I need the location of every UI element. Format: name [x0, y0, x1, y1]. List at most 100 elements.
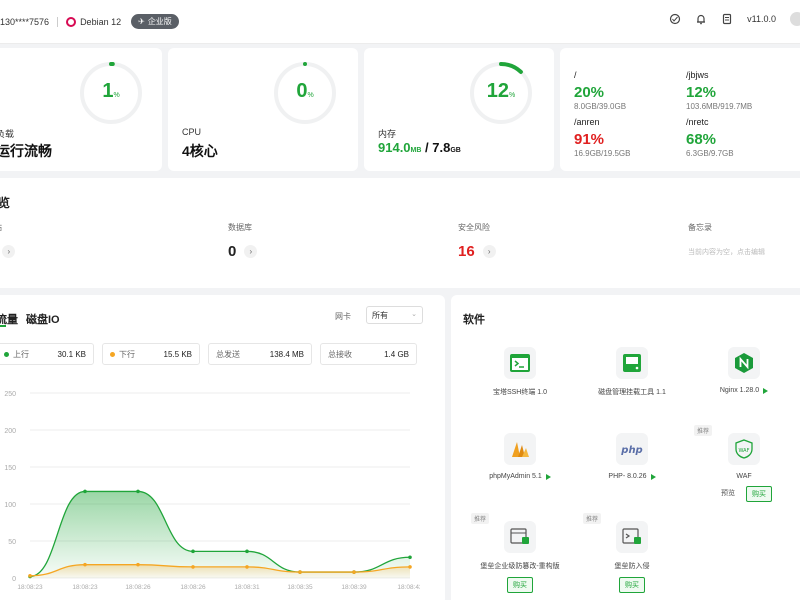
account-phone[interactable]: 130****7576 — [0, 17, 49, 27]
software-title: 软件 — [463, 314, 485, 326]
download-label: 下行 — [119, 349, 135, 359]
software-card: 软件 宝塔SSH终端 1.0 磁盘管理挂载工具 1.1 Nginx 1.28.0… — [451, 295, 800, 600]
disk-size: 8.0GB/39.0GB — [574, 102, 627, 111]
version-label[interactable]: v11.0.0 — [747, 14, 776, 24]
overview-title: 概览 — [0, 196, 11, 210]
topbar-actions: v11.0.0 — [669, 12, 800, 26]
x-tick-label: 18:08:23 — [17, 584, 43, 591]
nic-selected-value: 所有 — [372, 311, 388, 320]
total-recv-value: 1.4 GB — [384, 349, 409, 359]
phpmyadmin-icon — [504, 433, 536, 465]
load-card[interactable]: 1% 负载 运行流畅 — [0, 48, 162, 171]
chevron-right-icon[interactable]: › — [2, 245, 16, 258]
software-item-disk-mount[interactable]: 磁盘管理挂载工具 1.1 — [577, 347, 687, 397]
total-sent-value: 138.4 MB — [269, 349, 304, 359]
software-item-tamper-proof[interactable]: 堡垒企业级防篡改-重构版 购买 — [465, 521, 575, 593]
cpu-label: CPU — [182, 127, 202, 137]
data-point — [83, 562, 87, 567]
load-percent-unit: % — [113, 92, 120, 99]
memory-percent: 12% — [468, 80, 534, 103]
nic-select[interactable]: 所有 ⌄ — [366, 306, 423, 324]
chevron-right-icon[interactable]: › — [482, 245, 496, 258]
memory-card[interactable]: 12% 内存 914.0MB / 7.8GB — [364, 48, 554, 171]
data-point — [136, 562, 140, 567]
edition-badge[interactable]: ✈ 企业版 — [131, 14, 179, 29]
data-point — [136, 489, 140, 494]
software-item-nginx[interactable]: Nginx 1.28.0 — [689, 347, 799, 394]
disk-path: /nretc — [686, 117, 709, 127]
databases-label: 数据库 — [228, 223, 252, 232]
preview-button[interactable]: 预览 — [716, 486, 740, 502]
disk-item[interactable]: / 20% 8.0GB/39.0GB — [574, 70, 626, 111]
play-icon[interactable] — [763, 387, 769, 394]
play-icon[interactable] — [545, 473, 551, 480]
chevron-right-icon[interactable]: › — [244, 245, 258, 258]
disk-size: 6.3GB/9.7GB — [686, 149, 734, 158]
notes-icon[interactable] — [721, 13, 733, 25]
chevron-down-icon: ⌄ — [411, 311, 417, 318]
buy-button[interactable]: 购买 — [619, 577, 645, 593]
software-item-php[interactable]: php PHP- 8.0.26 — [577, 433, 687, 480]
software-item-waf[interactable]: WAF WAF 预览 购买 — [689, 433, 799, 502]
software-name: WAF — [736, 473, 752, 480]
memory-total-unit: GB — [450, 147, 461, 154]
tab-underline — [0, 325, 6, 327]
nginx-icon — [728, 347, 760, 379]
data-point — [83, 489, 87, 494]
load-status: 运行流畅 — [0, 143, 52, 159]
x-tick-label: 18:08:35 — [287, 584, 313, 591]
disk-item[interactable]: /nretc 68% 6.3GB/9.7GB — [686, 117, 734, 158]
memory-total: 7.8 — [432, 140, 451, 155]
memo-hint[interactable]: 当前内容为空，点击编辑 — [688, 247, 765, 257]
user-avatar[interactable] — [790, 12, 800, 26]
disk-percent: 91% — [574, 131, 605, 148]
tab-disk-io[interactable]: 磁盘IO — [26, 311, 60, 327]
headset-icon[interactable] — [669, 13, 681, 25]
svg-text:WAF: WAF — [739, 448, 750, 454]
buy-button[interactable]: 购买 — [746, 486, 772, 502]
software-name: 堡垒企业级防篡改-重构版 — [480, 563, 560, 570]
software-item-phpmyadmin[interactable]: phpMyAdmin 5.1 — [465, 433, 575, 480]
data-point — [245, 565, 249, 569]
upload-dot-icon — [4, 351, 9, 357]
overview-security-risk[interactable]: 安全风险 16 › — [458, 222, 496, 260]
download-dot-icon — [110, 351, 115, 357]
bell-icon[interactable] — [695, 13, 707, 25]
overview-memo[interactable]: 备忘录 当前内容为空，点击编辑 — [688, 222, 765, 257]
server-info: 130****7576 Debian 12 ✈ 企业版 — [0, 14, 179, 29]
y-tick-label: 250 — [4, 391, 16, 398]
load-percent: 1% — [78, 80, 144, 103]
software-name: 堡垒防入侵 — [614, 563, 650, 570]
software-name: Nginx 1.28.0 — [719, 387, 760, 394]
load-percent-value: 1 — [102, 80, 114, 102]
upload-label: 上行 — [13, 349, 29, 359]
php-icon: php — [616, 433, 648, 465]
cpu-card[interactable]: 0% CPU 4核心 — [168, 48, 358, 171]
x-tick-label: 18:08:26 — [180, 584, 206, 591]
disk-item[interactable]: /anren 91% 16.9GB/19.5GB — [574, 117, 630, 158]
disk-card[interactable]: / 20% 8.0GB/39.0GB /jbjws 12% 103.6MB/91… — [560, 48, 800, 171]
disk-path: / — [574, 70, 577, 80]
software-item-intrusion-protect[interactable]: 堡垒防入侵 购买 — [577, 521, 687, 593]
play-icon[interactable] — [650, 473, 656, 480]
overview-databases[interactable]: 数据库 0 › — [228, 222, 258, 260]
nic-label: 网卡 — [335, 312, 351, 321]
disk-size: 16.9GB/19.5GB — [574, 149, 631, 158]
edition-label: 企业版 — [147, 17, 172, 26]
overview-sites[interactable]: 网站 2› — [0, 222, 16, 260]
sites-label: 网站 — [0, 222, 15, 233]
y-tick-label: 0 — [12, 576, 16, 583]
disk-item[interactable]: /jbjws 12% 103.6MB/919.7MB — [686, 70, 752, 111]
data-point — [408, 555, 412, 560]
software-item-ssh[interactable]: 宝塔SSH终端 1.0 — [465, 347, 575, 397]
software-name: phpMyAdmin 5.1 — [489, 473, 542, 480]
divider — [57, 16, 59, 27]
y-tick-label: 100 — [4, 502, 16, 509]
disk-percent: 20% — [574, 84, 605, 101]
memory-used-unit: MB — [410, 147, 422, 154]
top-bar: 130****7576 Debian 12 ✈ 企业版 v11.0.0 — [0, 0, 800, 44]
disk-percent: 12% — [686, 84, 717, 101]
intrusion-protect-icon — [616, 521, 648, 553]
buy-button[interactable]: 购买 — [507, 577, 533, 593]
cpu-percent: 0% — [272, 80, 338, 103]
